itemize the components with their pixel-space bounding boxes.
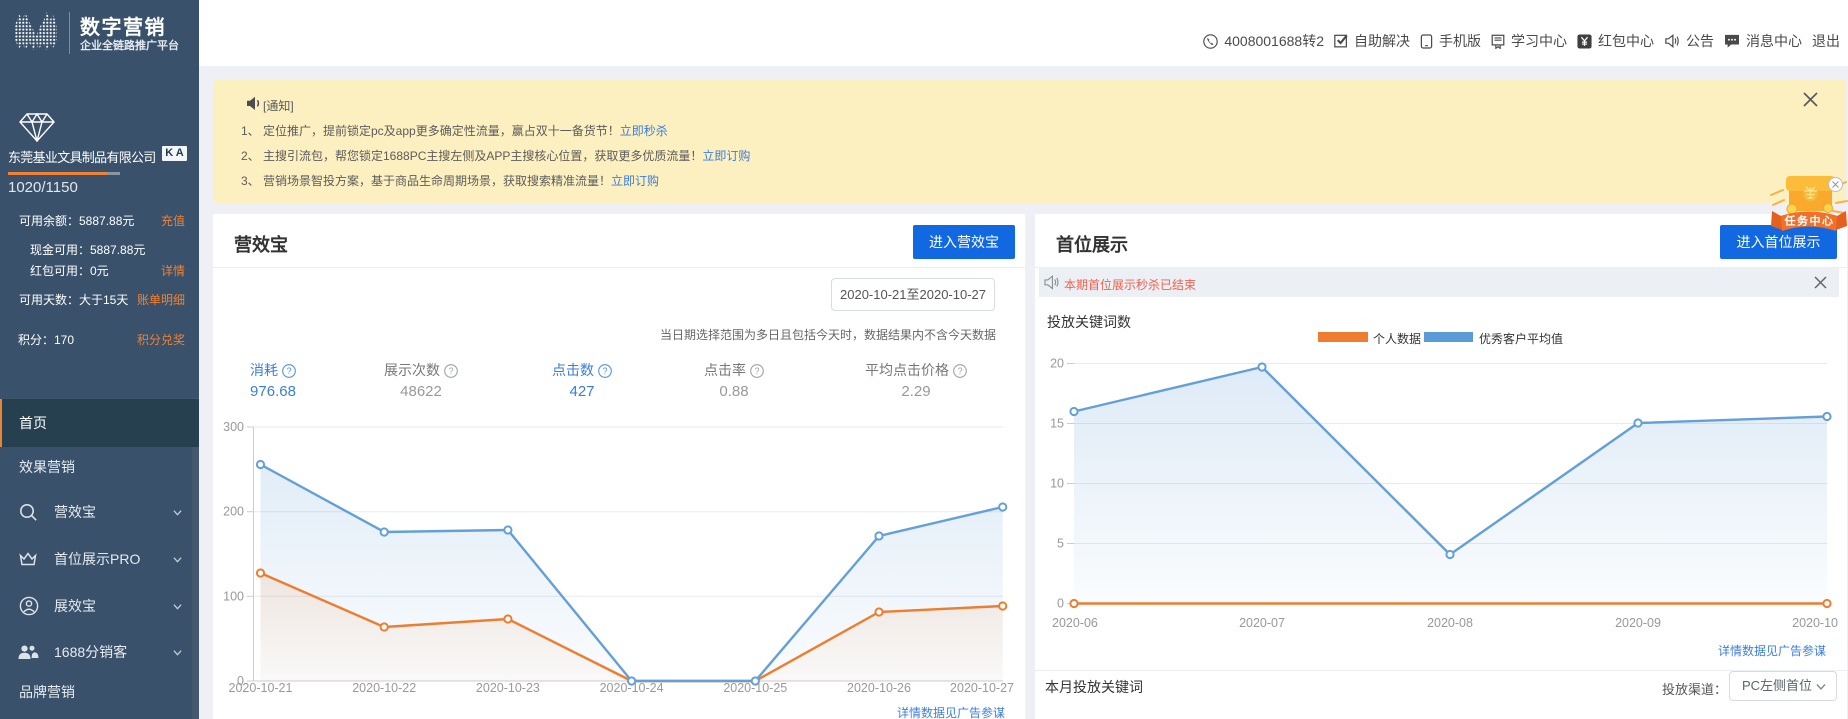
svg-text:0: 0 [1057,597,1064,611]
svg-text:2020-10-22: 2020-10-22 [352,681,416,695]
svg-text:?: ? [449,366,454,376]
svg-text:2020-10-23: 2020-10-23 [476,681,540,695]
svg-text:任务中心: 任务中心 [1784,214,1835,228]
svg-text:2020-07: 2020-07 [1239,616,1285,630]
svg-text:?: ? [287,366,292,376]
svg-text:?: ? [755,366,760,376]
svg-text:20: 20 [1050,357,1064,371]
svg-text:2020-08: 2020-08 [1427,616,1473,630]
svg-text:?: ? [603,366,608,376]
svg-text:300: 300 [223,420,244,434]
svg-text:2020-09: 2020-09 [1615,616,1661,630]
svg-text:200: 200 [223,505,244,519]
svg-text:2020-06: 2020-06 [1052,616,1098,630]
svg-text:10: 10 [1050,477,1064,491]
svg-text:?: ? [958,366,963,376]
svg-text:100: 100 [223,589,244,603]
svg-text:2020-10-27: 2020-10-27 [950,681,1014,695]
svg-text:15: 15 [1050,417,1064,431]
svg-text:2020-10-26: 2020-10-26 [847,681,911,695]
svg-text:5: 5 [1057,537,1064,551]
svg-text:2020-10: 2020-10 [1792,616,1838,630]
svg-text:2020-10-21: 2020-10-21 [229,681,293,695]
